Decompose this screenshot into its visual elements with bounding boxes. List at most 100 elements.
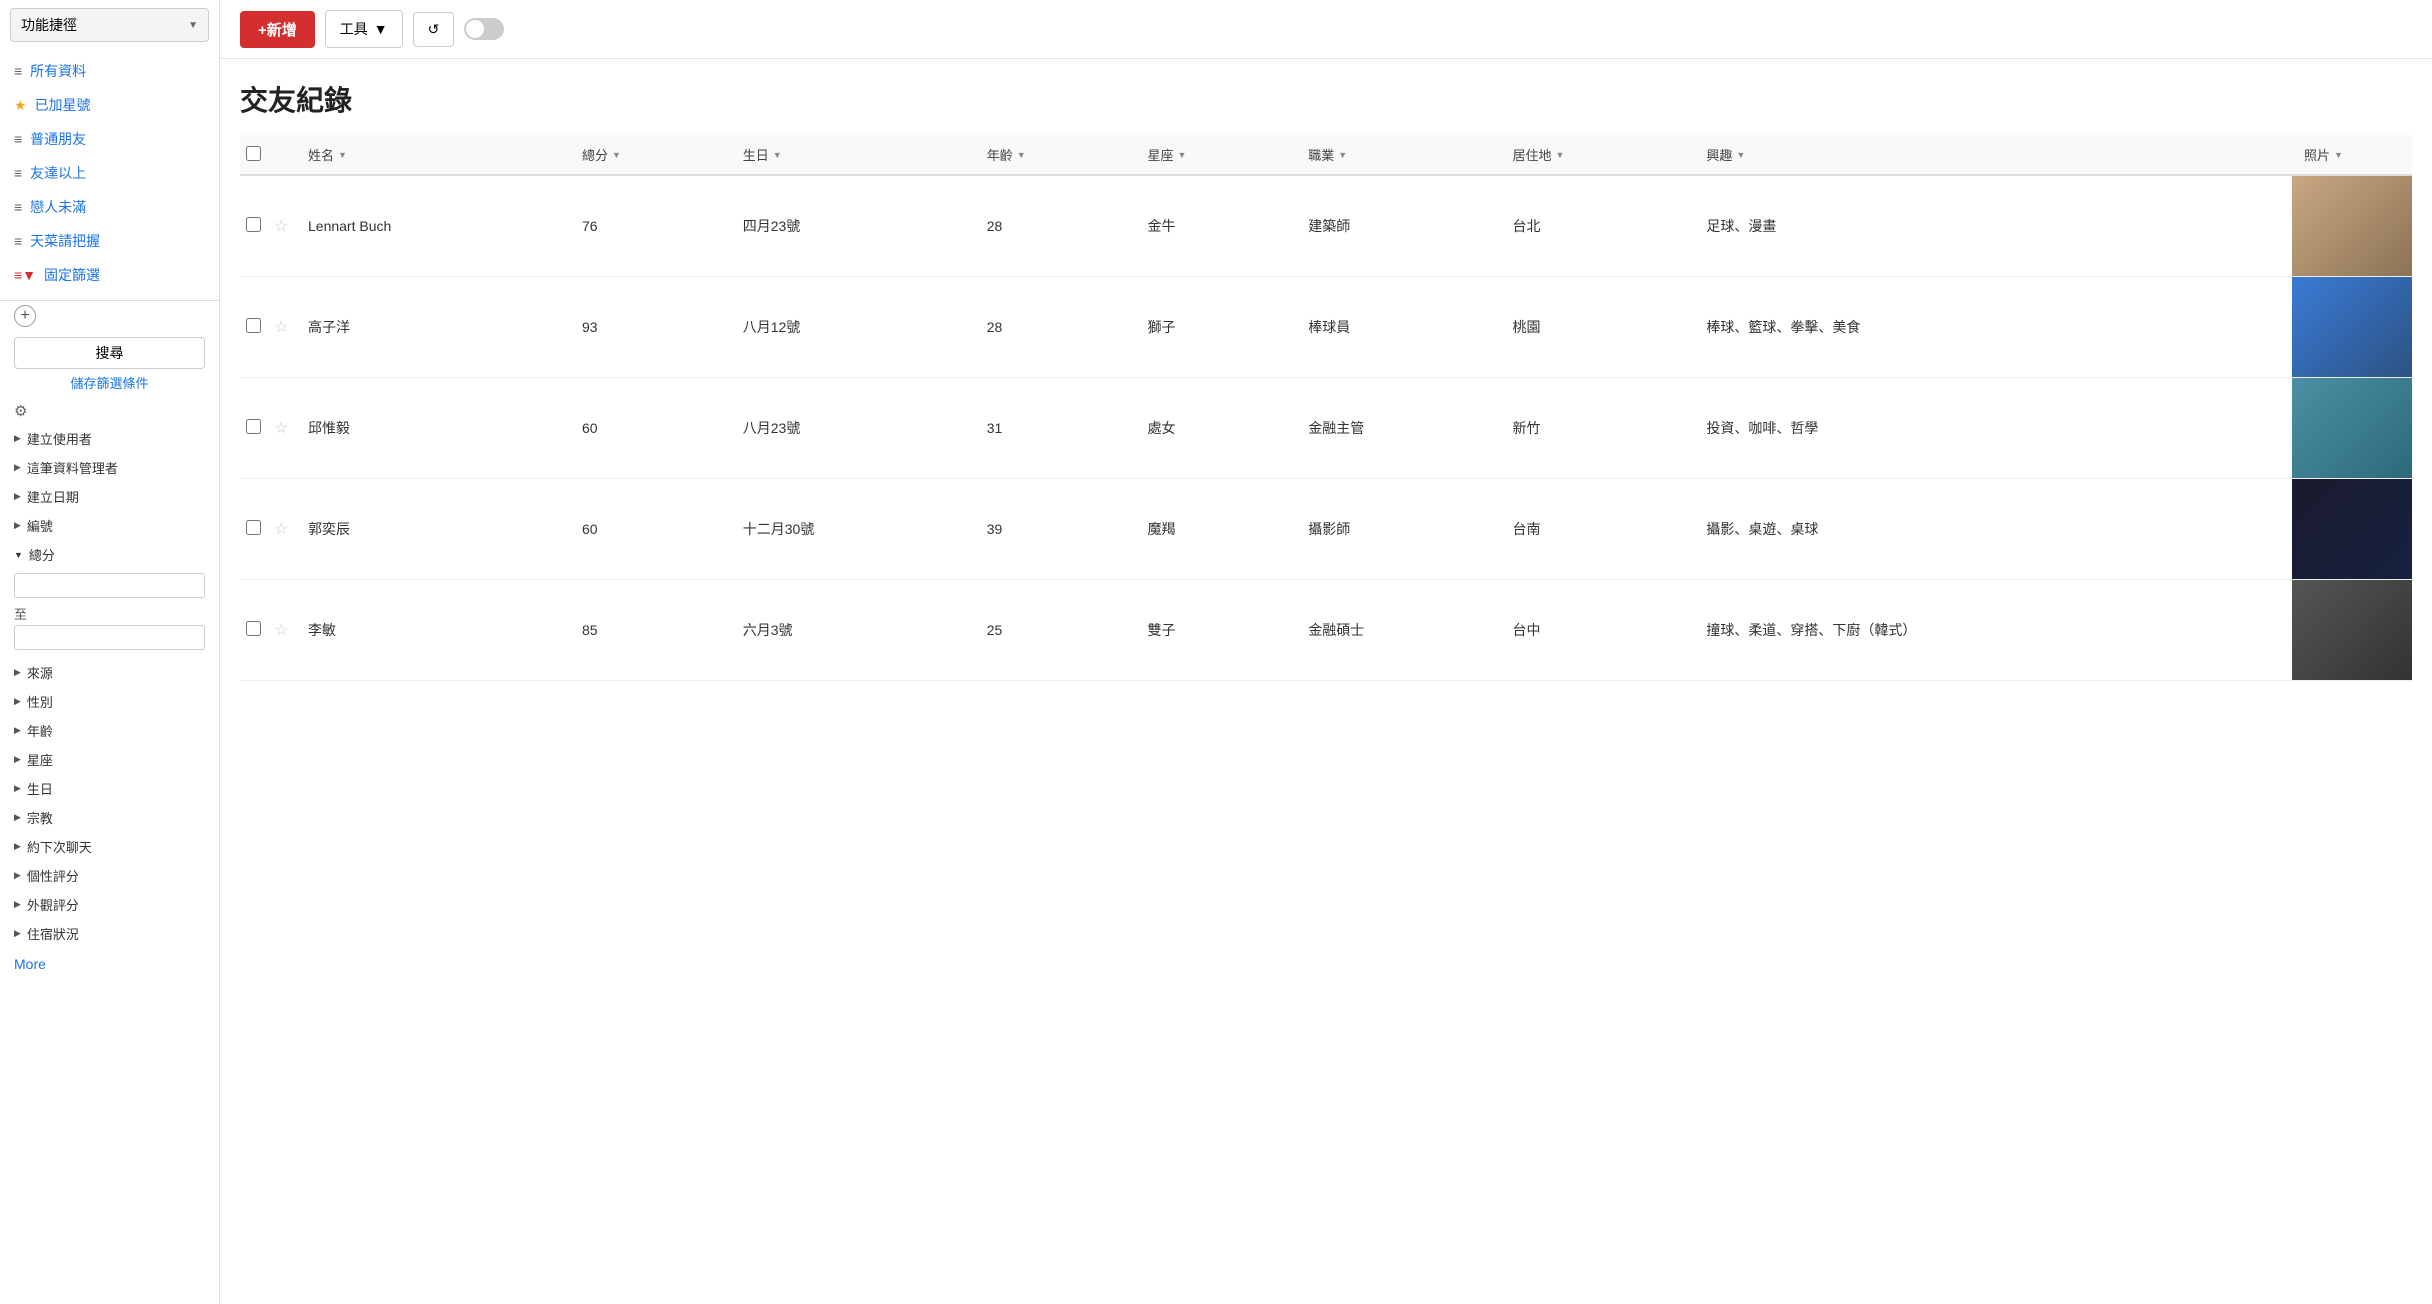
star-button[interactable]: ☆ bbox=[274, 317, 288, 337]
row-star-cell[interactable]: ☆ bbox=[270, 175, 296, 277]
row-name: 邱惟毅 bbox=[296, 378, 570, 479]
search-button[interactable]: 搜尋 bbox=[14, 337, 205, 369]
refresh-button[interactable]: ↺ bbox=[413, 12, 455, 47]
sidebar-item-normal-friends[interactable]: ≡ 普通朋友 bbox=[0, 122, 219, 156]
save-filter-link[interactable]: 儲存篩選條件 bbox=[14, 373, 205, 392]
select-all-checkbox[interactable] bbox=[246, 146, 261, 161]
star-button[interactable]: ☆ bbox=[274, 519, 288, 539]
tools-button[interactable]: 工具 ▼ bbox=[325, 10, 403, 48]
gear-icon[interactable]: ⚙ bbox=[14, 403, 27, 420]
sidebar-item-starred[interactable]: ★ 已加星號 bbox=[0, 88, 219, 122]
score-from-input[interactable]: 60 bbox=[14, 573, 205, 598]
th-birthday[interactable]: 生日 ▼ bbox=[731, 135, 975, 175]
row-checkbox[interactable] bbox=[246, 520, 261, 535]
row-checkbox-cell[interactable] bbox=[240, 479, 270, 580]
more-link[interactable]: More bbox=[0, 948, 219, 980]
sidebar-item-lovers-wanted-label: 戀人未滿 bbox=[30, 197, 86, 217]
th-name[interactable]: 姓名 ▼ bbox=[296, 135, 570, 175]
page-title: 交友紀錄 bbox=[240, 59, 2412, 135]
filter-zodiac[interactable]: ▶ 星座 bbox=[14, 745, 205, 774]
filter-source[interactable]: ▶ 來源 bbox=[14, 658, 205, 687]
row-checkbox[interactable] bbox=[246, 419, 261, 434]
triangle-right-icon-2: ▶ bbox=[14, 462, 21, 473]
score-to-input[interactable]: 100 bbox=[14, 625, 205, 650]
sidebar-item-must-grab[interactable]: ≡ 天菜請把握 bbox=[0, 224, 219, 258]
row-score: 85 bbox=[570, 580, 731, 681]
filter-personality[interactable]: ▶ 個性評分 bbox=[14, 861, 205, 890]
th-location[interactable]: 居住地 ▼ bbox=[1500, 135, 1694, 175]
row-photo[interactable] bbox=[2292, 175, 2412, 277]
row-star-cell[interactable]: ☆ bbox=[270, 378, 296, 479]
row-name: Lennart Buch bbox=[296, 175, 570, 277]
th-zodiac[interactable]: 星座 ▼ bbox=[1135, 135, 1296, 175]
row-age: 25 bbox=[975, 580, 1136, 681]
filter-total-score-label: 總分 bbox=[29, 545, 55, 564]
add-button[interactable]: +新增 bbox=[240, 11, 315, 48]
filter-source-label: 來源 bbox=[27, 663, 53, 682]
tri-gender: ▶ bbox=[14, 696, 21, 707]
row-photo[interactable] bbox=[2292, 378, 2412, 479]
row-checkbox-cell[interactable] bbox=[240, 175, 270, 277]
filter-religion[interactable]: ▶ 宗教 bbox=[14, 803, 205, 832]
main-content: +新增 工具 ▼ ↺ 交友紀錄 姓名 ▼ bbox=[220, 0, 2432, 1304]
row-checkbox[interactable] bbox=[246, 621, 261, 636]
star-button[interactable]: ☆ bbox=[274, 418, 288, 438]
filter-next-chat[interactable]: ▶ 約下次聊天 bbox=[14, 832, 205, 861]
sidebar: 功能捷徑 ▼ ≡ 所有資料 ★ 已加星號 ≡ 普通朋友 ≡ 友達以上 ≡ 戀人未… bbox=[0, 0, 220, 1304]
row-zodiac: 雙子 bbox=[1135, 580, 1296, 681]
filter-age[interactable]: ▶ 年齡 bbox=[14, 716, 205, 745]
filter-list-icon-3: ≡ bbox=[14, 199, 22, 215]
row-star-cell[interactable]: ☆ bbox=[270, 277, 296, 378]
row-photo[interactable] bbox=[2292, 580, 2412, 681]
row-photo[interactable] bbox=[2292, 277, 2412, 378]
th-score-label: 總分 bbox=[582, 145, 608, 164]
row-photo[interactable] bbox=[2292, 479, 2412, 580]
filter-gender[interactable]: ▶ 性別 bbox=[14, 687, 205, 716]
th-age[interactable]: 年齡 ▼ bbox=[975, 135, 1136, 175]
row-score: 93 bbox=[570, 277, 731, 378]
tri-religion: ▶ bbox=[14, 812, 21, 823]
shortcut-dropdown[interactable]: 功能捷徑 ▼ bbox=[10, 8, 209, 42]
sidebar-item-more-than-friends[interactable]: ≡ 友達以上 bbox=[0, 156, 219, 190]
row-checkbox-cell[interactable] bbox=[240, 580, 270, 681]
sidebar-item-all-data[interactable]: ≡ 所有資料 bbox=[0, 54, 219, 88]
row-occupation: 金融碩士 bbox=[1296, 580, 1500, 681]
toggle-switch[interactable] bbox=[464, 18, 504, 40]
star-button[interactable]: ☆ bbox=[274, 216, 288, 236]
sidebar-item-lovers-wanted[interactable]: ≡ 戀人未滿 bbox=[0, 190, 219, 224]
filter-appearance[interactable]: ▶ 外觀評分 bbox=[14, 890, 205, 919]
filter-age-label: 年齡 bbox=[27, 721, 53, 740]
filter-total-score[interactable]: ▼ 總分 bbox=[14, 540, 205, 569]
triangle-right-icon-3: ▶ bbox=[14, 491, 21, 502]
filter-record-id[interactable]: ▶ 編號 bbox=[14, 511, 205, 540]
th-birthday-label: 生日 bbox=[743, 145, 769, 164]
th-name-label: 姓名 bbox=[308, 145, 334, 164]
row-checkbox-cell[interactable] bbox=[240, 378, 270, 479]
th-zodiac-label: 星座 bbox=[1147, 145, 1173, 164]
sidebar-item-fixed-filter[interactable]: ≡▼ 固定篩選 bbox=[0, 258, 219, 292]
th-checkbox[interactable] bbox=[240, 135, 270, 175]
star-button[interactable]: ☆ bbox=[274, 620, 288, 640]
add-filter-button[interactable]: + bbox=[14, 305, 36, 327]
filter-create-date[interactable]: ▶ 建立日期 bbox=[14, 482, 205, 511]
th-interests[interactable]: 興趣 ▼ bbox=[1694, 135, 2292, 175]
sidebar-item-normal-friends-label: 普通朋友 bbox=[30, 129, 86, 149]
row-star-cell[interactable]: ☆ bbox=[270, 479, 296, 580]
row-checkbox[interactable] bbox=[246, 217, 261, 232]
row-star-cell[interactable]: ☆ bbox=[270, 580, 296, 681]
filter-record-admin[interactable]: ▶ 這筆資料管理者 bbox=[14, 453, 205, 482]
sort-icon-6: ▼ bbox=[1338, 150, 1347, 160]
th-score[interactable]: 總分 ▼ bbox=[570, 135, 731, 175]
refresh-icon: ↺ bbox=[428, 21, 440, 37]
filter-create-user[interactable]: ▶ 建立使用者 bbox=[14, 424, 205, 453]
filter-birthday[interactable]: ▶ 生日 bbox=[14, 774, 205, 803]
row-checkbox-cell[interactable] bbox=[240, 277, 270, 378]
triangle-right-icon: ▶ bbox=[14, 433, 21, 444]
th-photo-label: 照片 bbox=[2304, 145, 2330, 164]
star-icon: ★ bbox=[14, 97, 27, 114]
th-occupation[interactable]: 職業 ▼ bbox=[1296, 135, 1500, 175]
filter-accommodation[interactable]: ▶ 住宿狀況 bbox=[14, 919, 205, 948]
row-interests: 足球、漫畫 bbox=[1694, 175, 2292, 277]
th-photo[interactable]: 照片 ▼ bbox=[2292, 135, 2412, 175]
row-checkbox[interactable] bbox=[246, 318, 261, 333]
